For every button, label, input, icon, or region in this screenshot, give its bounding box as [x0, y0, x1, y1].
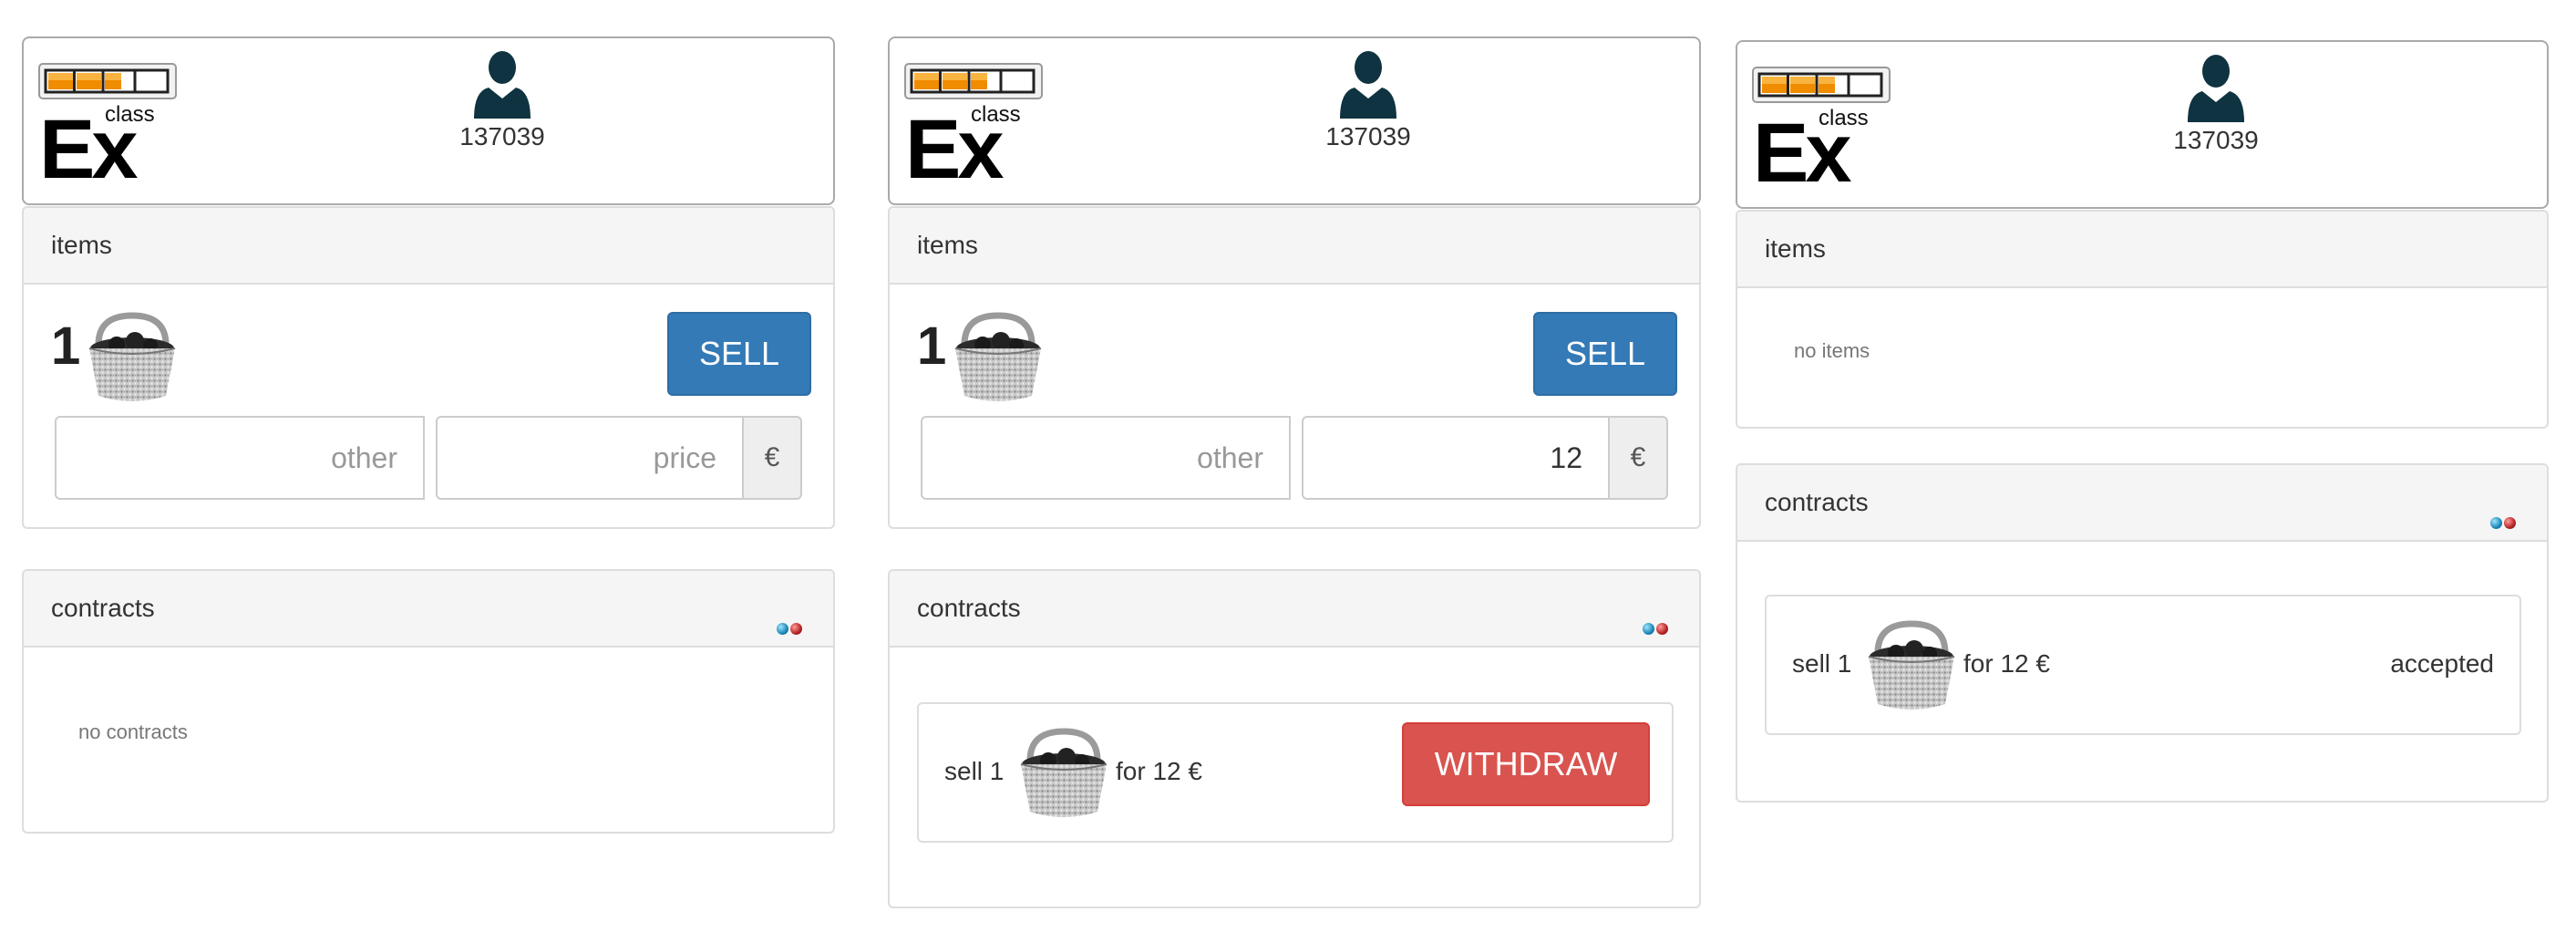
contracts-title: contracts [917, 594, 1021, 622]
user-badge: 137039 [443, 47, 562, 151]
item-quantity: 1 [917, 316, 947, 376]
basket-icon [82, 308, 182, 409]
contract-price-text: for 12 € [1116, 757, 1202, 785]
user-icon [1336, 47, 1400, 120]
user-id: 137039 [1325, 122, 1411, 150]
header-bar: class Ex 137039 [22, 36, 835, 205]
logo-icon: class Ex [37, 62, 178, 192]
sell-button[interactable]: SELL [667, 312, 811, 396]
screen-2: class Ex 137039 items 1 SELL € contracts… [888, 36, 1701, 921]
contract-sell-text: sell 1 [944, 757, 1005, 785]
sell-button[interactable]: SELL [1533, 312, 1677, 396]
header-bar: class Ex 137039 [888, 36, 1701, 205]
items-panel: items 1 SELL € [888, 206, 1701, 529]
contracts-panel: contracts sell 1 for 12 € accepted [1736, 463, 2549, 803]
status-dot-blue [777, 623, 788, 635]
price-input[interactable] [436, 416, 744, 500]
withdraw-button[interactable]: WITHDRAW [1402, 722, 1650, 806]
contract-item: sell 1 for 12 € accepted [1765, 595, 2521, 735]
status-dot-red [1656, 623, 1668, 635]
item-quantity: 1 [51, 316, 81, 376]
user-badge: 137039 [1309, 47, 1427, 151]
status-dots [2488, 483, 2516, 558]
basket-icon [1014, 724, 1114, 824]
basket-icon [948, 308, 1048, 409]
contracts-header: contracts [24, 571, 833, 648]
status-dots [1641, 589, 1668, 664]
contracts-title: contracts [51, 594, 155, 622]
status-dot-blue [1643, 623, 1654, 635]
status-dot-red [790, 623, 802, 635]
contracts-panel: contracts sell 1 for 12 € WITHDRAW [888, 569, 1701, 908]
other-input[interactable] [55, 416, 425, 500]
contract-item: sell 1 for 12 € WITHDRAW [917, 702, 1674, 843]
screen-1: class Ex 137039 items 1 SELL € contracts… [22, 36, 835, 839]
logo-icon: class Ex [1751, 66, 1891, 195]
contract-status: accepted [2390, 649, 2494, 678]
currency-addon: € [742, 416, 802, 500]
items-panel: items no items [1736, 210, 2549, 429]
contract-price-text: for 12 € [1963, 649, 2050, 678]
status-dot-red [2504, 517, 2516, 529]
header-bar: class Ex 137039 [1736, 40, 2549, 209]
contract-sell-text: sell 1 [1792, 649, 1852, 678]
status-dot-blue [2490, 517, 2502, 529]
contracts-panel: contracts no contracts [22, 569, 835, 834]
screen-3: class Ex 137039 items no items contracts… [1736, 40, 2549, 843]
user-icon [470, 47, 534, 120]
contracts-header: contracts [1737, 465, 2547, 542]
user-badge: 137039 [2157, 51, 2275, 155]
user-icon [2184, 51, 2248, 124]
no-items-text: no items [1794, 339, 1870, 362]
items-title: items [1737, 212, 2547, 288]
logo-icon: class Ex [903, 62, 1044, 192]
basket-icon [1861, 617, 1962, 717]
status-dots [775, 589, 802, 664]
items-title: items [24, 208, 833, 285]
other-input[interactable] [921, 416, 1291, 500]
currency-addon: € [1608, 416, 1668, 500]
price-input[interactable] [1302, 416, 1610, 500]
items-panel: items 1 SELL € [22, 206, 835, 529]
contracts-title: contracts [1765, 488, 1869, 516]
user-id: 137039 [2173, 126, 2259, 154]
contracts-header: contracts [890, 571, 1699, 648]
no-contracts-text: no contracts [78, 720, 188, 743]
user-id: 137039 [459, 122, 545, 150]
items-title: items [890, 208, 1699, 285]
